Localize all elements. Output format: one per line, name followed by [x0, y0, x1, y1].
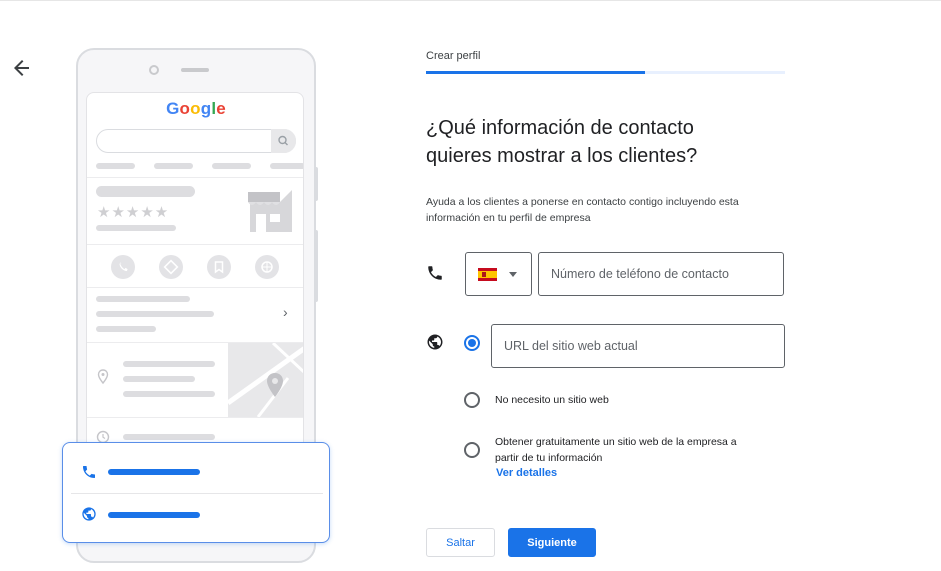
skip-button[interactable]: Saltar [426, 528, 495, 557]
map-icon [228, 343, 303, 417]
phone-side-button [314, 230, 318, 302]
mock-save-action [207, 255, 231, 279]
page-description: Ayuda a los clientes a ponerse en contac… [426, 196, 739, 224]
contact-info-card [62, 442, 330, 543]
logo-letter: g [200, 99, 212, 118]
phone-icon [428, 266, 442, 280]
phone-side-button [314, 167, 318, 201]
card-website-line [108, 512, 200, 518]
phone-screen: Google ★★★★★ › [86, 92, 304, 452]
progress-bar [426, 71, 785, 74]
view-details-link[interactable]: Ver detalles [496, 467, 557, 479]
radio-website-url[interactable] [464, 335, 480, 351]
mock-tab [154, 163, 193, 169]
globe-icon [82, 507, 96, 521]
flag-stripe [478, 278, 497, 281]
dropdown-caret-icon [509, 272, 517, 277]
no-website-label: No necesito un sitio web [495, 394, 609, 406]
logo-letter: o [179, 99, 191, 118]
mock-search-button [271, 129, 296, 153]
logo-letter: e [216, 99, 226, 118]
flag-emblem [482, 272, 486, 277]
website-url-input[interactable] [491, 324, 785, 368]
bookmark-icon [214, 261, 224, 274]
mock-tab [96, 163, 135, 169]
mock-rating-stars: ★★★★★ [97, 204, 170, 221]
mock-tab [212, 163, 251, 169]
progress-fill [426, 71, 645, 74]
free-website-label-line1: Obtener gratuitamente un sitio web de la… [495, 436, 737, 448]
page-title: ¿Qué información de contacto quieres mos… [426, 114, 786, 170]
radio-free-website[interactable] [464, 442, 480, 458]
mock-text-line [123, 376, 195, 382]
globe-icon [261, 261, 273, 273]
storefront-icon [248, 190, 292, 232]
mock-divider [87, 417, 303, 418]
mock-search-bar [96, 129, 296, 153]
country-code-select[interactable] [465, 252, 532, 296]
location-pin-icon [97, 369, 109, 385]
mock-category [96, 225, 176, 231]
arrow-back-icon [14, 60, 29, 76]
globe-icon [427, 334, 443, 350]
search-icon [278, 135, 288, 146]
next-button[interactable]: Siguiente [508, 528, 596, 557]
title-line-1: ¿Qué información de contacto [426, 117, 694, 139]
phone-number-input[interactable] [538, 252, 784, 296]
chevron-right-icon: › [283, 304, 288, 320]
mock-text-line [96, 326, 156, 332]
title-line-2: quieres mostrar a los clientes? [426, 145, 698, 167]
google-logo: Google [87, 99, 303, 119]
mock-text-line [96, 296, 190, 302]
mock-tab [270, 163, 303, 169]
phone-icon [83, 466, 95, 478]
mock-text-line [96, 311, 214, 317]
top-divider [0, 0, 941, 1]
mock-divider [87, 244, 303, 245]
phone-speaker [181, 68, 209, 72]
mock-call-action [111, 255, 135, 279]
mock-website-action [255, 255, 279, 279]
free-website-label-line2: partir de tu información [495, 452, 603, 464]
mock-divider [87, 287, 303, 288]
radio-no-website[interactable] [464, 392, 480, 408]
mock-divider [87, 177, 303, 178]
spain-flag-icon [478, 268, 497, 281]
logo-letter: o [190, 99, 201, 118]
mock-business-name [96, 186, 195, 197]
flag-stripe [478, 271, 497, 278]
mock-text-line [123, 434, 215, 440]
back-button[interactable] [10, 56, 34, 80]
card-divider [71, 493, 323, 494]
card-phone-line [108, 469, 200, 475]
free-website-label: Obtener gratuitamente un sitio web de la… [495, 434, 737, 466]
mock-map [228, 343, 303, 417]
mock-text-line [123, 391, 215, 397]
mock-directions-action [159, 255, 183, 279]
directions-icon [163, 259, 179, 275]
step-label: Crear perfil [426, 50, 481, 62]
phone-icon [119, 262, 128, 272]
mock-text-line [123, 361, 215, 367]
phone-camera [149, 65, 159, 75]
logo-letter: G [166, 99, 180, 118]
